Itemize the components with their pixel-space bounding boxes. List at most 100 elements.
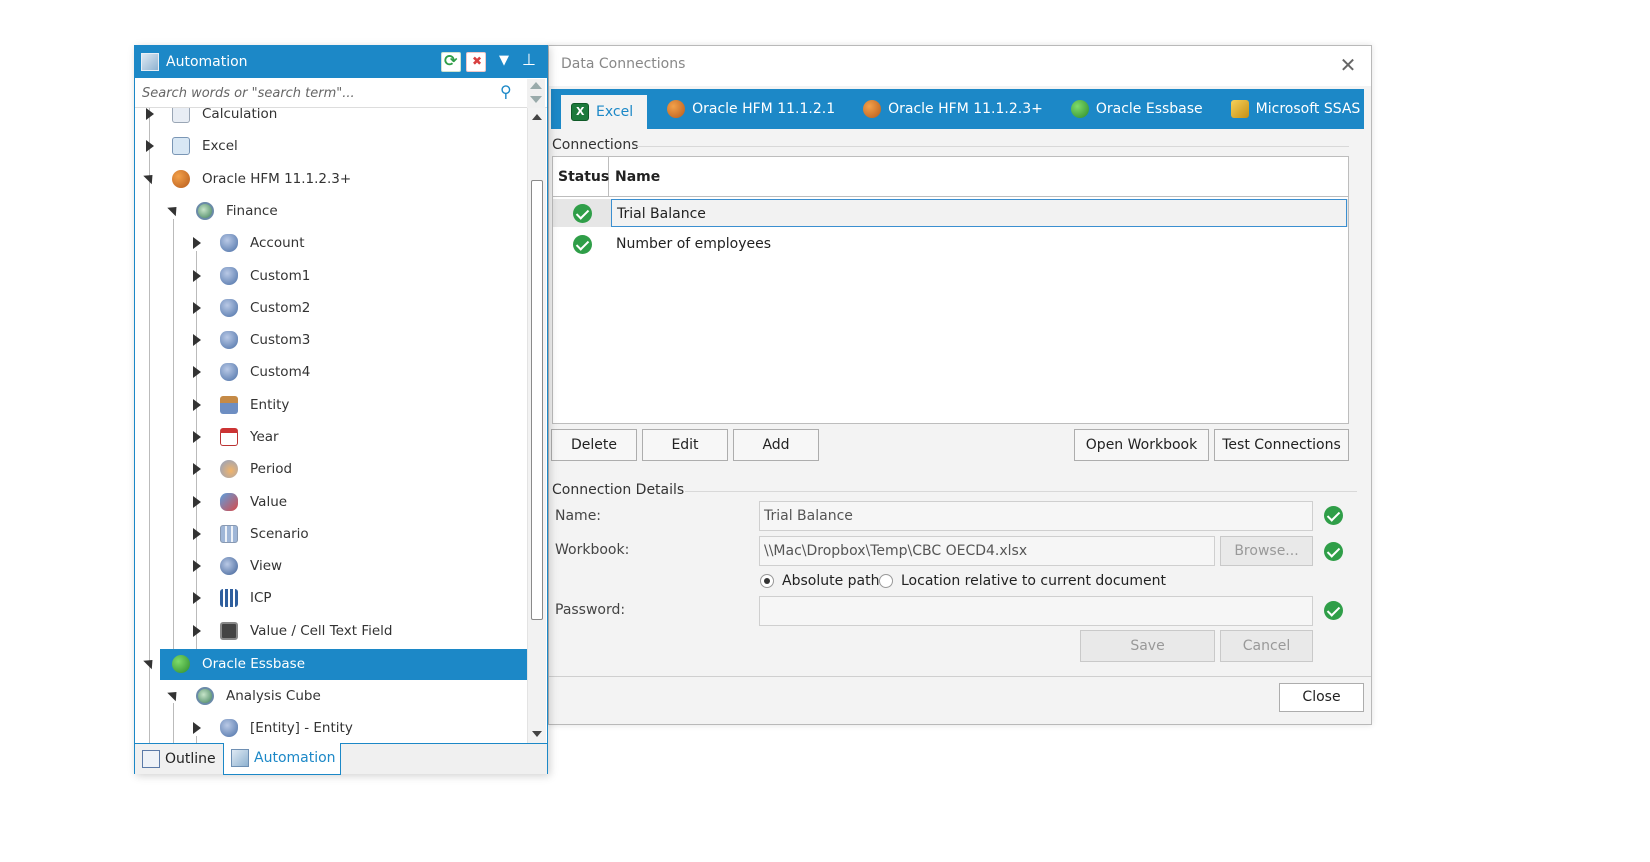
workbook-field[interactable]: \\Mac\Dropbox\Temp\CBC OECD4.xlsx: [759, 536, 1215, 566]
status-ok-icon: [573, 204, 592, 227]
delete-button[interactable]: Delete: [551, 429, 637, 461]
tree-node-analysis-cube[interactable]: Analysis Cube: [135, 681, 527, 713]
tree-node-custom1[interactable]: Custom1: [135, 261, 527, 293]
edit-button[interactable]: Edit: [642, 429, 728, 461]
outline-icon: [142, 750, 160, 768]
tab-label: Outline: [165, 751, 216, 767]
table-row[interactable]: Trial Balance: [553, 199, 1348, 227]
tree-node-custom2[interactable]: Custom2: [135, 293, 527, 325]
tree-node-account[interactable]: Account: [135, 228, 527, 260]
refresh-icon[interactable]: [441, 51, 461, 72]
tab-oracle-essbase[interactable]: Oracle Essbase: [1059, 89, 1219, 129]
expand-icon[interactable]: [193, 399, 201, 411]
expand-icon[interactable]: [193, 592, 201, 604]
collapse-icon[interactable]: [167, 202, 181, 217]
tree-node-custom4[interactable]: Custom4: [135, 357, 527, 389]
tab-excel[interactable]: Excel: [561, 95, 648, 129]
tree-node-entity-dimension[interactable]: [Entity] - Entity: [135, 713, 527, 743]
search-icon[interactable]: ⚲: [500, 82, 512, 101]
tab-oracle-hfm-11123[interactable]: Oracle HFM 11.1.2.3+: [851, 89, 1059, 129]
tree-node-value[interactable]: Value: [135, 487, 527, 519]
name-column-header[interactable]: Name: [615, 169, 660, 185]
automation-icon: [231, 749, 249, 767]
test-connections-button[interactable]: Test Connections: [1214, 429, 1349, 461]
search-input[interactable]: [140, 83, 495, 103]
collapse-icon[interactable]: [167, 687, 181, 702]
relative-path-radio[interactable]: [879, 574, 893, 588]
period-dimension-icon: [220, 460, 238, 478]
tab-microsoft-ssas[interactable]: Microsoft SSAS: [1219, 89, 1377, 129]
connections-grid: Status Name Trial Balance Number of empl…: [552, 156, 1349, 424]
expand-icon[interactable]: [193, 722, 201, 734]
expand-icon[interactable]: [193, 270, 201, 282]
scroll-up-icon[interactable]: [532, 114, 542, 120]
tab-outline[interactable]: Outline: [135, 744, 223, 775]
tree-scrollbar[interactable]: [527, 108, 546, 743]
pin-icon[interactable]: ⊥: [522, 50, 536, 69]
expand-icon[interactable]: [146, 108, 154, 120]
password-valid-icon: [1324, 601, 1343, 624]
tree-node-label: Oracle HFM 11.1.2.3+: [202, 171, 352, 187]
browse-button[interactable]: Browse...: [1220, 536, 1313, 566]
search-scroll-buttons[interactable]: [527, 79, 545, 108]
expand-icon[interactable]: [193, 334, 201, 346]
excel-icon: [172, 137, 190, 155]
expand-icon[interactable]: [193, 496, 201, 508]
tree-node-label: Account: [250, 235, 305, 251]
tree-node-year[interactable]: Year: [135, 422, 527, 454]
tree-node-excel[interactable]: Excel: [135, 131, 527, 163]
add-button[interactable]: Add: [733, 429, 819, 461]
tree-node-label: Finance: [226, 203, 278, 219]
tree-node-view[interactable]: View: [135, 551, 527, 583]
open-workbook-button[interactable]: Open Workbook: [1074, 429, 1209, 461]
table-row[interactable]: Number of employees: [553, 230, 1348, 258]
save-button[interactable]: Save: [1080, 630, 1215, 662]
expand-icon[interactable]: [193, 237, 201, 249]
relative-path-label: Location relative to current document: [901, 573, 1167, 589]
scenario-dimension-icon: [220, 525, 238, 543]
expand-icon[interactable]: [193, 560, 201, 572]
tree-node-icp[interactable]: ICP: [135, 583, 527, 615]
tree-node-cell-text[interactable]: Value / Cell Text Field: [135, 616, 527, 648]
tree-node-oracle-essbase[interactable]: Oracle Essbase: [160, 649, 527, 680]
chevron-down-icon[interactable]: ▼: [499, 53, 509, 68]
collapse-icon[interactable]: [143, 655, 157, 670]
tree-node-period[interactable]: Period: [135, 454, 527, 486]
expand-icon[interactable]: [193, 625, 201, 637]
expand-icon[interactable]: [193, 463, 201, 475]
name-field[interactable]: Trial Balance: [759, 501, 1313, 531]
cancel-button[interactable]: Cancel: [1220, 630, 1313, 662]
tab-oracle-hfm-11121[interactable]: Oracle HFM 11.1.2.1: [655, 89, 851, 129]
stop-icon[interactable]: [466, 52, 486, 72]
oracle-essbase-icon: [1070, 100, 1089, 118]
password-field[interactable]: [759, 596, 1313, 626]
tab-automation[interactable]: Automation: [223, 743, 341, 775]
custom-dimension-icon: [220, 363, 238, 381]
close-icon[interactable]: ✕: [1335, 52, 1361, 78]
expand-icon[interactable]: [193, 528, 201, 540]
tree-node-finance[interactable]: Finance: [135, 196, 527, 228]
tree-node-label: Excel: [202, 138, 238, 154]
collapse-icon[interactable]: [143, 170, 157, 185]
expand-icon[interactable]: [193, 366, 201, 378]
tree-node-label: Custom1: [250, 268, 311, 284]
scroll-down-icon[interactable]: [532, 731, 542, 737]
tree-node-scenario[interactable]: Scenario: [135, 519, 527, 551]
scroll-thumb[interactable]: [531, 180, 543, 620]
entity-dimension-icon: [220, 396, 238, 414]
tree-node-entity[interactable]: Entity: [135, 390, 527, 422]
tree-node-calculation[interactable]: Calculation: [135, 108, 527, 131]
tree-node-oracle-hfm[interactable]: Oracle HFM 11.1.2.3+: [135, 164, 527, 196]
tree-node-custom3[interactable]: Custom3: [135, 325, 527, 357]
status-column-header[interactable]: Status: [553, 157, 609, 197]
expand-icon[interactable]: [146, 140, 154, 152]
absolute-path-radio[interactable]: [760, 574, 774, 588]
connection-type-tabs: Excel Oracle HFM 11.1.2.1 Oracle HFM 11.…: [551, 89, 1364, 129]
tab-label: Microsoft SSAS: [1255, 101, 1361, 117]
close-button[interactable]: Close: [1279, 683, 1364, 712]
tree-node-label: Year: [250, 429, 279, 445]
expand-icon[interactable]: [193, 431, 201, 443]
oracle-hfm-icon: [667, 100, 686, 118]
group-divider: [637, 146, 1349, 147]
expand-icon[interactable]: [193, 302, 201, 314]
